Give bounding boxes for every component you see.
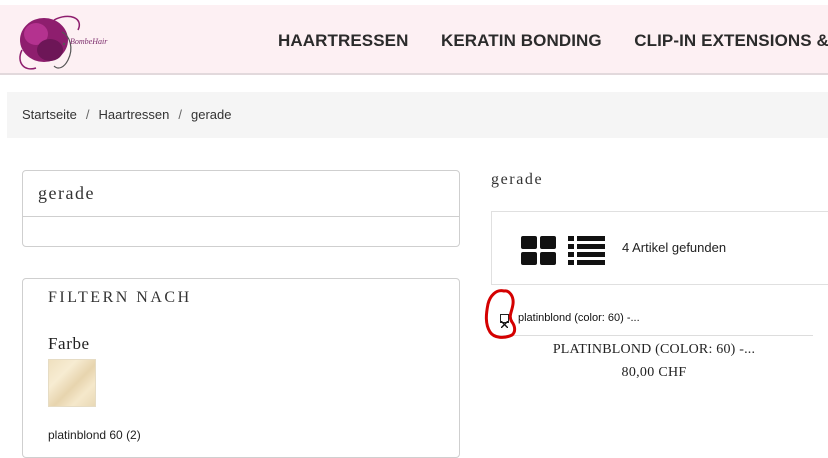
- product-price: 80,00 CHF: [621, 365, 687, 380]
- nav-keratin-bonding[interactable]: KERATIN BONDING: [441, 31, 602, 50]
- facet-value-platinblond[interactable]: platinblond 60 (2): [48, 428, 141, 442]
- category-block: gerade: [22, 170, 460, 247]
- nav-clip-in-extensions[interactable]: CLIP-IN EXTENSIONS & PO: [634, 31, 828, 50]
- logo-icon[interactable]: BombeHair: [14, 10, 114, 76]
- filter-block: FILTERN NACH Farbe platinblond 60 (2): [22, 278, 460, 458]
- breadcrumb-current: gerade: [190, 107, 232, 122]
- breadcrumb-separator: /: [85, 107, 90, 122]
- color-swatch-platinblond[interactable]: [48, 359, 96, 407]
- breadcrumb-haartressen[interactable]: Haartressen: [99, 107, 170, 122]
- product-name[interactable]: PLATINBLOND (COLOR: 60) -...: [495, 342, 813, 358]
- broken-image-icon: [500, 314, 509, 329]
- main-nav: HAARTRESSEN KERATIN BONDING CLIP-IN EXTE…: [278, 31, 828, 51]
- page-title: gerade: [491, 171, 544, 188]
- breadcrumb-separator: /: [178, 107, 182, 122]
- listing-toolbar: 4 Artikel gefunden: [491, 211, 828, 285]
- logo-text: BombeHair: [70, 37, 108, 46]
- site-header: BombeHair HAARTRESSEN KERATIN BONDING CL…: [0, 5, 828, 75]
- filter-title: FILTERN NACH: [48, 289, 192, 306]
- facet-color-title: Farbe: [48, 334, 90, 353]
- product-image[interactable]: platinblond (color: 60) -...: [495, 305, 813, 336]
- grid-view-icon[interactable]: [521, 236, 557, 266]
- breadcrumb-home[interactable]: Startseite: [22, 107, 77, 122]
- category-title: gerade: [23, 171, 459, 217]
- product-image-alt: platinblond (color: 60) -...: [518, 312, 640, 324]
- breadcrumb: Startseite / Haartressen / gerade: [7, 92, 828, 138]
- nav-haartressen[interactable]: HAARTRESSEN: [278, 31, 409, 50]
- result-count: 4 Artikel gefunden: [622, 240, 727, 255]
- list-view-icon[interactable]: [568, 236, 606, 266]
